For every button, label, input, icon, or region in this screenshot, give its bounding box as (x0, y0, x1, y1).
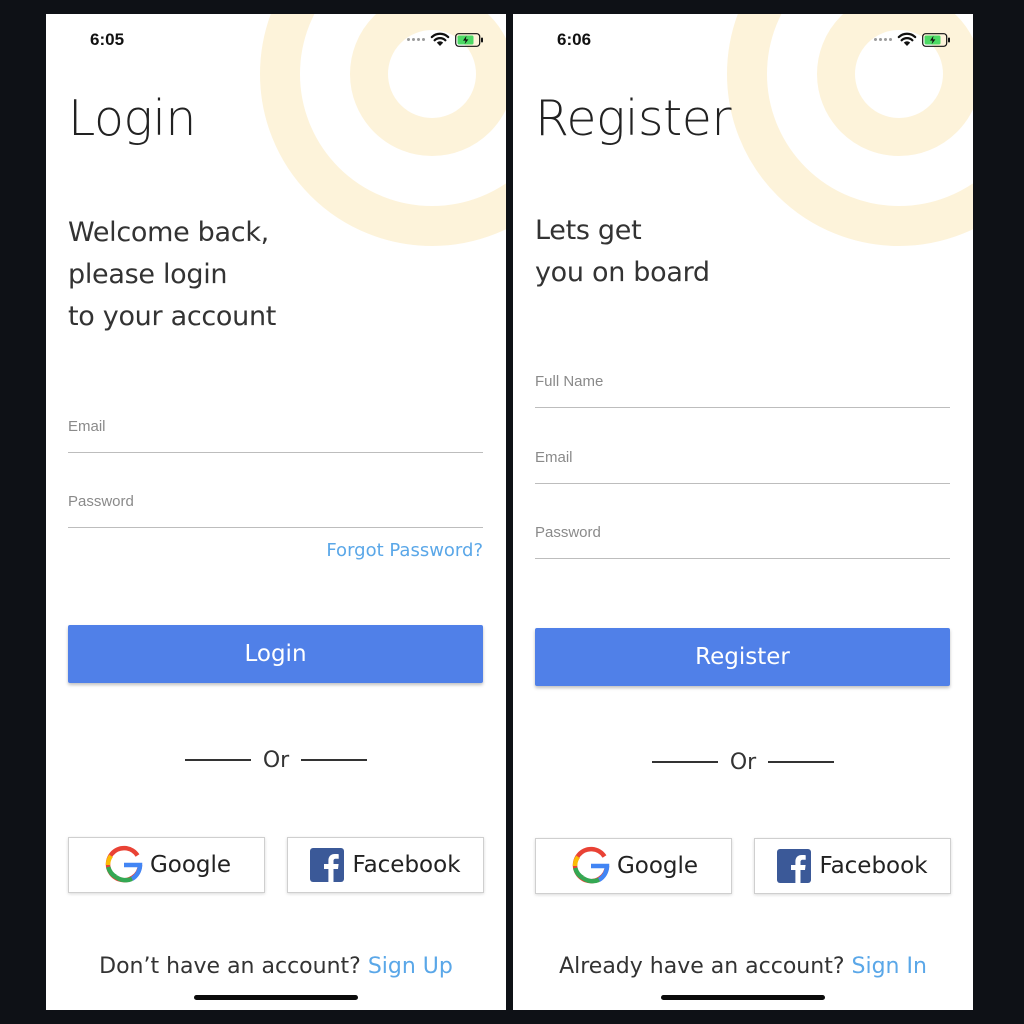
email-field[interactable]: Email (68, 402, 483, 453)
register-screen: 6:06 Register Lets get you on board Full… (513, 14, 973, 1010)
page-title: Register (535, 90, 732, 147)
email-input[interactable] (68, 426, 483, 450)
footer-text: Already have an account? (559, 954, 845, 979)
facebook-button-label: Facebook (819, 853, 928, 879)
divider-text: Or (262, 747, 290, 773)
register-button[interactable]: Register (535, 628, 950, 686)
divider-line-left (184, 759, 251, 761)
status-bar: 6:05 (46, 14, 506, 64)
google-sign-in-button[interactable]: Google (68, 837, 265, 893)
sign-in-link[interactable]: Sign In (852, 954, 927, 979)
google-button-label: Google (149, 852, 232, 878)
sign-up-link[interactable]: Sign Up (368, 954, 453, 979)
home-indicator (661, 995, 825, 1000)
status-bar: 6:06 (513, 14, 973, 64)
full-name-input[interactable] (535, 381, 950, 405)
status-time: 6:05 (90, 30, 125, 49)
facebook-sign-up-button[interactable]: Facebook (754, 838, 951, 894)
footer-prompt: Don’t have an account? Sign Up (46, 954, 506, 979)
password-field[interactable]: Password (535, 508, 950, 559)
status-icons (407, 32, 484, 47)
google-sign-up-button[interactable]: Google (535, 838, 732, 894)
google-logo-icon (569, 844, 613, 888)
email-input[interactable] (535, 457, 950, 481)
divider-line-right (301, 759, 368, 761)
forgot-password-link[interactable]: Forgot Password? (326, 540, 483, 561)
divider-text: Or (729, 749, 757, 775)
google-button-label: Google (616, 853, 699, 879)
welcome-subtitle: Welcome back, please login to your accou… (68, 217, 277, 332)
divider-line-left (651, 761, 718, 763)
google-logo-icon (102, 843, 146, 887)
password-input[interactable] (535, 532, 950, 556)
battery-charging-icon (922, 33, 951, 47)
page-title: Login (68, 90, 197, 147)
login-screen: 6:05 Login Welcome back, please login to… (46, 14, 506, 1010)
facebook-sign-in-button[interactable]: Facebook (287, 837, 484, 893)
facebook-logo-icon (777, 849, 811, 883)
facebook-button-label: Facebook (352, 852, 461, 878)
login-button[interactable]: Login (68, 625, 483, 683)
footer-text: Don’t have an account? (99, 954, 361, 979)
divider-line-right (768, 761, 835, 763)
full-name-field[interactable]: Full Name (535, 357, 950, 408)
battery-charging-icon (455, 33, 484, 47)
wifi-icon (430, 32, 450, 47)
password-field[interactable]: Password (68, 477, 483, 528)
cellular-signal-icon (407, 38, 425, 41)
status-time: 6:06 (557, 30, 592, 49)
cellular-signal-icon (874, 38, 892, 41)
wifi-icon (897, 32, 917, 47)
password-input[interactable] (68, 501, 483, 525)
or-divider: Or (46, 745, 506, 775)
footer-prompt: Already have an account? Sign In (513, 954, 973, 979)
email-field[interactable]: Email (535, 433, 950, 484)
status-icons (874, 32, 951, 47)
home-indicator (194, 995, 358, 1000)
onboard-subtitle: Lets get you on board (535, 215, 710, 288)
or-divider: Or (513, 747, 973, 777)
facebook-logo-icon (310, 848, 344, 882)
